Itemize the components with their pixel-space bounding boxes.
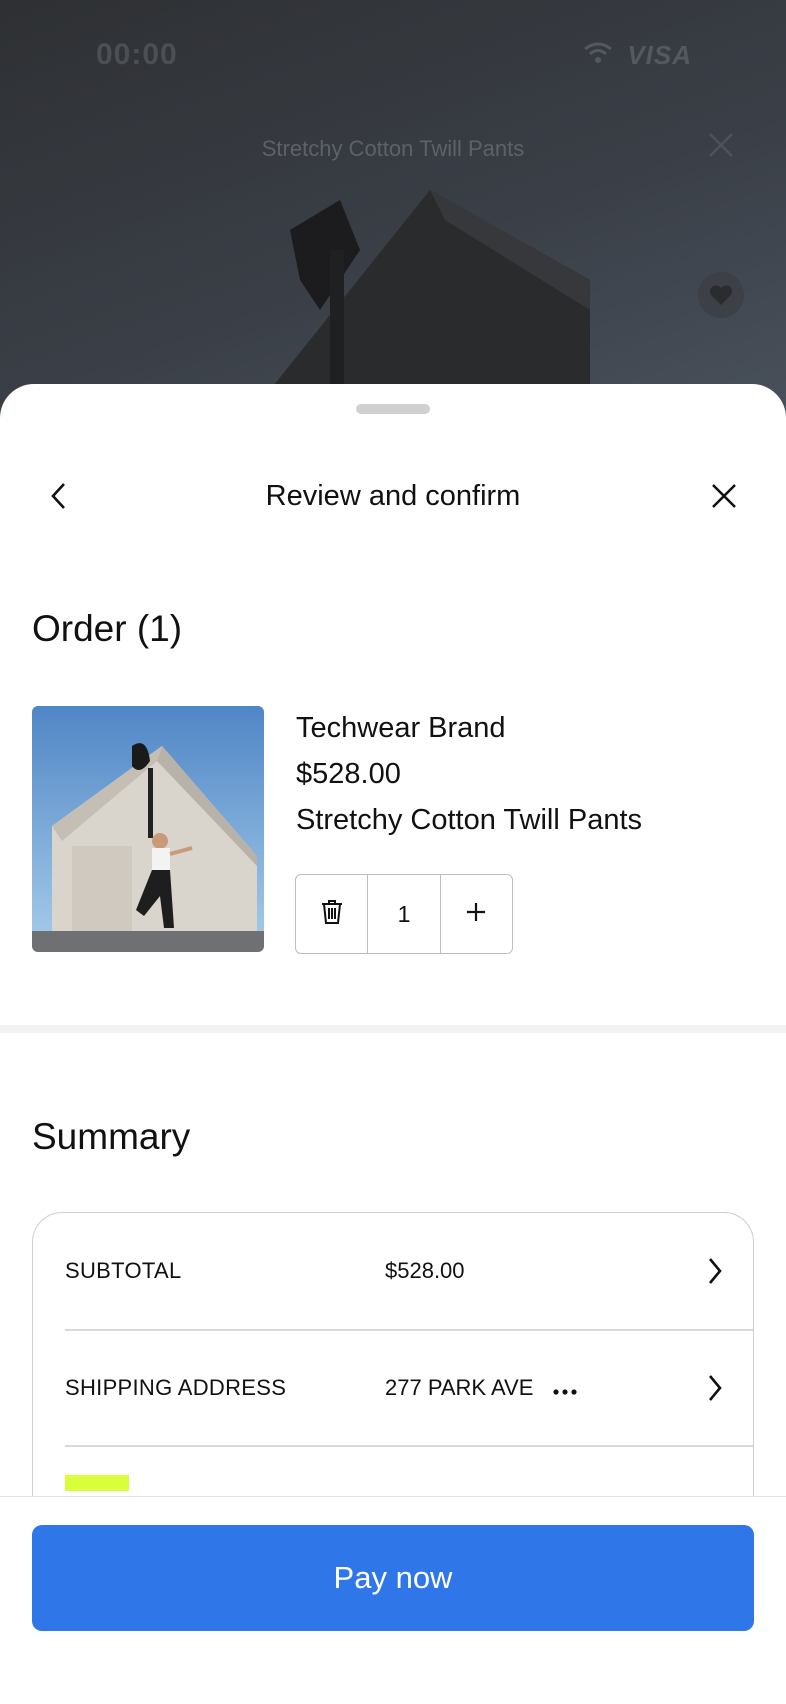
chevron-right-icon xyxy=(707,1374,723,1407)
close-icon xyxy=(711,483,737,514)
subtotal-value: $528.00 xyxy=(385,1258,465,1283)
section-divider xyxy=(0,1025,786,1033)
quantity-stepper: 1 xyxy=(295,874,513,954)
summary-row-label: SHIPPING ADDRESS xyxy=(65,1375,287,1400)
product-brand: Techwear Brand xyxy=(296,712,506,744)
chevron-right-icon xyxy=(707,1257,723,1290)
checkout-footer: Pay now xyxy=(0,1496,786,1704)
shipping-address-value: 277 PARK AVE xyxy=(385,1375,534,1400)
order-section-title: Order (1) xyxy=(32,608,183,649)
payment-method-badge xyxy=(65,1475,129,1491)
summary-row-subtotal[interactable]: SUBTOTAL $528.00 xyxy=(65,1213,753,1329)
wifi-icon xyxy=(583,41,613,70)
review-confirm-sheet: Review and confirm Order (1) Techwear Br… xyxy=(0,384,786,1704)
product-thumbnail xyxy=(32,706,264,952)
more-dots-icon xyxy=(553,1375,577,1401)
summary-row-label: SUBTOTAL xyxy=(65,1258,182,1283)
plus-icon xyxy=(465,901,487,928)
status-icons: VISA xyxy=(583,40,692,71)
pay-now-button[interactable]: Pay now xyxy=(32,1525,754,1631)
increase-quantity-button[interactable] xyxy=(439,875,512,953)
quantity-value: 1 xyxy=(397,900,411,927)
quantity-value-box: 1 xyxy=(367,875,439,953)
product-name: Stretchy Cotton Twill Pants xyxy=(296,804,643,836)
summary-section-title: Summary xyxy=(32,1116,191,1157)
close-button[interactable] xyxy=(704,478,744,518)
background-product-page: 00:00 VISA Stretchy Cotton Twill Pants xyxy=(0,0,786,440)
remove-item-button[interactable] xyxy=(296,875,367,953)
page-title: Review and confirm xyxy=(265,480,521,512)
background-product-title: Stretchy Cotton Twill Pants xyxy=(261,136,525,161)
product-price: $528.00 xyxy=(296,758,401,790)
card-brand: VISA xyxy=(627,40,692,70)
sheet-header: Review and confirm xyxy=(0,464,786,532)
favorite-heart-icon xyxy=(698,272,744,318)
summary-row-value: 277 PARK AVE xyxy=(385,1375,577,1401)
summary-row-shipping-address[interactable]: SHIPPING ADDRESS 277 PARK AVE xyxy=(65,1330,753,1446)
summary-row-value: $528.00 xyxy=(385,1258,465,1284)
trash-icon xyxy=(321,899,343,930)
status-time: 00:00 xyxy=(96,38,178,71)
sheet-drag-handle[interactable] xyxy=(356,404,430,414)
row-divider xyxy=(65,1445,753,1447)
background-close-icon xyxy=(708,132,734,163)
